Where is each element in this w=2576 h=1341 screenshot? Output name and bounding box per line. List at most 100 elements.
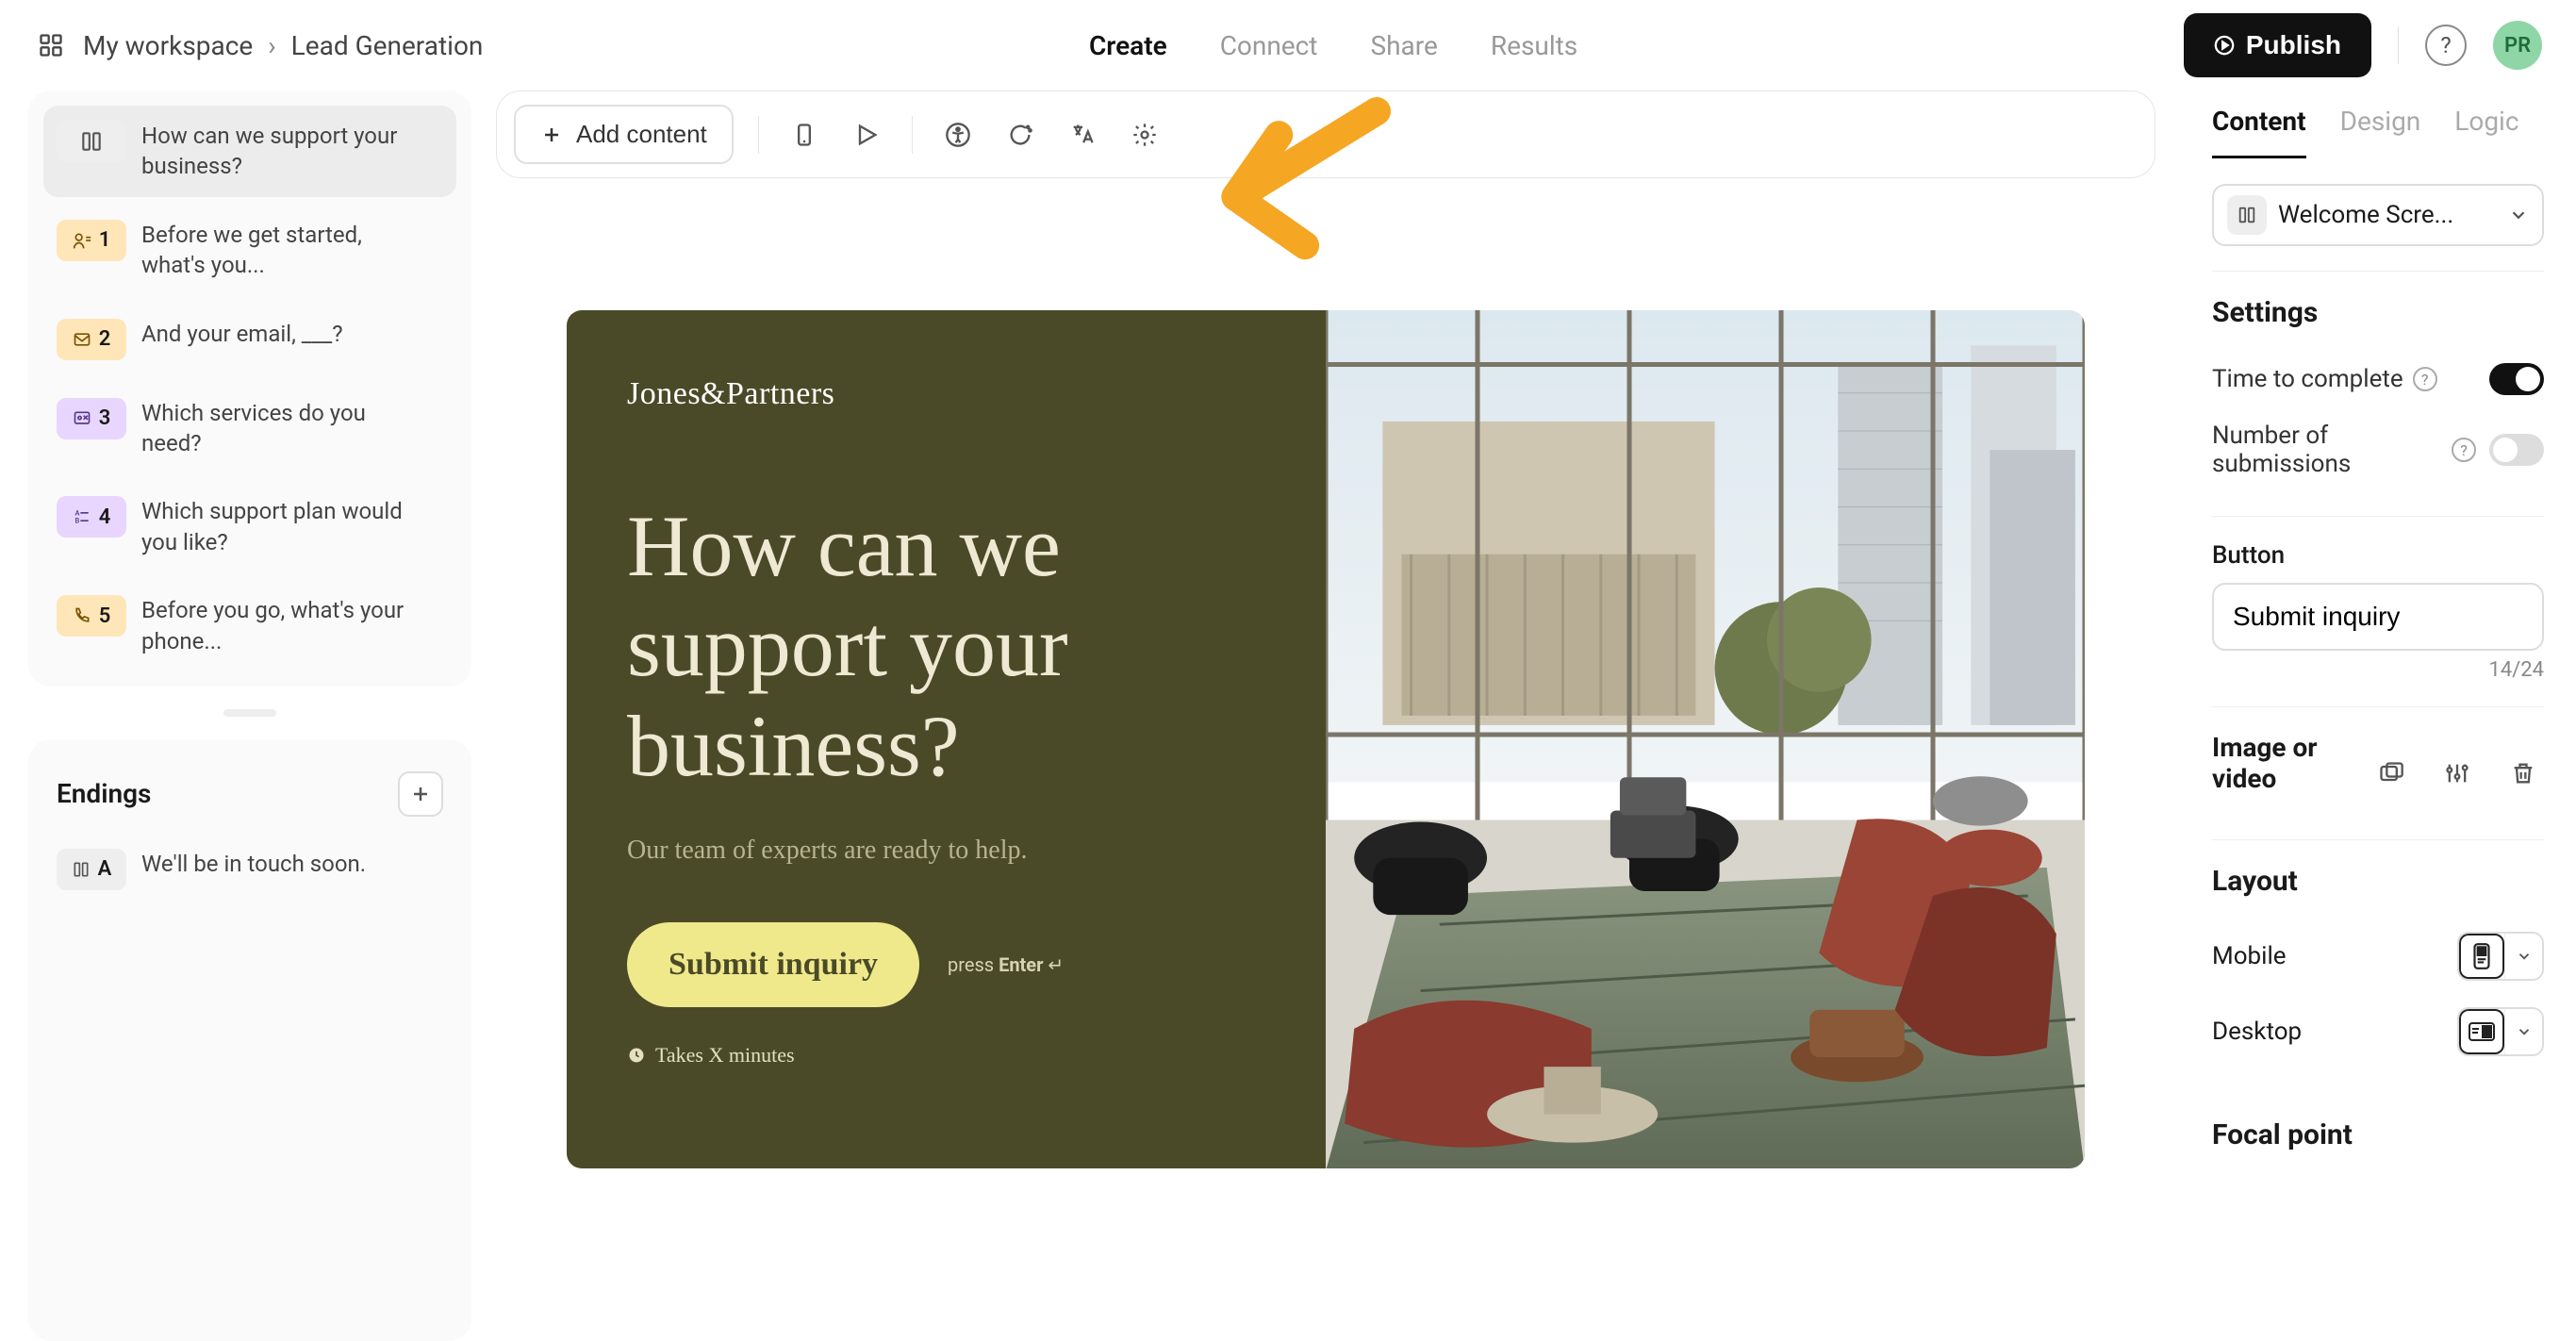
chevron-down-icon [2504,1009,2542,1054]
layout-desktop-select[interactable] [2457,1007,2544,1056]
avatar[interactable]: PR [2493,21,2542,70]
preview-left: Jones&Partners How can we support your b… [567,310,1326,1168]
chevron-down-icon [2504,934,2542,979]
layout-mobile-select[interactable] [2457,932,2544,981]
question-badge: 3 [57,398,126,439]
question-label: Before we get started, what's you... [141,220,405,281]
media-heading: Image or video [2212,732,2370,794]
subtitle[interactable]: Our team of experts are ready to help. [627,836,1265,866]
tab-logic[interactable]: Logic [2454,91,2518,158]
help-button[interactable]: ? [2425,25,2467,66]
breadcrumb: My workspace › Lead Generation [34,28,483,62]
question-badge: AB 4 [57,496,126,538]
press-enter-hint: press Enter ↵ [948,953,1064,976]
settings-icon[interactable] [1124,114,1165,156]
center-canvas: Add content [471,91,2180,1341]
translate-icon[interactable] [1062,114,1103,156]
question-label: And your email, ___? [141,319,343,349]
time-to-complete-label: Time to complete [2212,365,2403,393]
badge-num: 1 [99,228,111,252]
badge-num: 5 [99,604,111,628]
help-icon[interactable]: ? [2413,367,2437,391]
question-1[interactable]: 1 Before we get started, what's you... [43,205,456,296]
submit-inquiry-button[interactable]: Submit inquiry [627,922,919,1007]
nav-share[interactable]: Share [1370,30,1437,61]
button-text-input[interactable] [2212,583,2544,651]
form-preview-card: Jones&Partners How can we support your b… [567,310,2085,1168]
badge-num: 2 [99,327,111,351]
nav-connect[interactable]: Connect [1220,30,1318,61]
question-welcome[interactable]: How can we support your business? [43,106,456,197]
help-icon[interactable]: ? [2452,438,2476,462]
play-preview-icon[interactable] [846,114,887,156]
badge-num: 4 [99,505,111,529]
settings-heading: Settings [2212,296,2544,329]
badge-letter: A [98,857,112,881]
chevron-down-icon [2508,205,2529,225]
layout-heading: Layout [2212,865,2544,898]
canvas-toolbar: Add content [496,91,2155,178]
question-badge: 2 [57,319,126,360]
image-library-icon[interactable] [2370,753,2412,794]
endings-panel: Endings A We'll be in touch soon. [28,739,471,1341]
add-content-button[interactable]: Add content [514,105,734,164]
question-label: Which services do you need? [141,398,405,459]
screen-type-select[interactable]: Welcome Scre... [2212,184,2544,246]
time-hint: Takes X minutes [627,1043,1265,1068]
left-sidebar: How can we support your business? 1 Befo… [0,91,471,1341]
breadcrumb-page[interactable]: Lead Generation [291,30,484,61]
divider [912,116,913,154]
submissions-toggle[interactable] [2489,434,2544,466]
topbar: My workspace › Lead Generation Create Co… [0,0,2576,91]
add-content-label: Add content [576,120,707,149]
tab-content[interactable]: Content [2212,91,2306,158]
question-badge: 5 [57,595,126,637]
ending-badge: A [57,849,126,890]
drag-handle[interactable] [223,709,276,717]
svg-text:B: B [74,517,79,525]
nav-create[interactable]: Create [1089,30,1167,61]
badge-num: 3 [99,406,111,430]
mobile-preview-icon[interactable] [784,114,825,156]
layout-desktop-icon [2459,1009,2504,1054]
right-sidebar: Content Design Logic Welcome Scre... Set… [2180,91,2576,1341]
preview-image[interactable] [1326,310,2085,1168]
breadcrumb-separator: › [268,30,275,61]
tab-design[interactable]: Design [2340,91,2421,158]
divider [758,116,759,154]
questions-panel: How can we support your business? 1 Befo… [28,91,471,687]
accessibility-icon[interactable] [937,114,979,156]
welcome-screen-icon [57,121,126,162]
hero-title[interactable]: How can we support your business? [627,497,1265,796]
publish-button[interactable]: Publish [2184,13,2371,77]
refresh-icon[interactable] [999,114,1041,156]
delete-icon[interactable] [2502,753,2544,794]
screen-select-label: Welcome Scre... [2278,201,2453,229]
center-nav: Create Connect Share Results [1089,30,1577,61]
time-to-complete-toggle[interactable] [2489,363,2544,395]
layout-mobile-icon [2459,934,2504,979]
nav-results[interactable]: Results [1491,30,1577,61]
brand-text: Jones&Partners [627,376,1265,412]
submissions-label: Number of submissions [2212,422,2438,478]
question-3[interactable]: 3 Which services do you need? [43,383,456,474]
publish-label: Publish [2246,30,2341,60]
ending-a[interactable]: A We'll be in touch soon. [43,834,456,905]
grid-icon[interactable] [34,28,68,62]
adjust-icon[interactable] [2436,753,2478,794]
question-2[interactable]: 2 And your email, ___? [43,304,456,375]
question-label: How can we support your business? [141,121,405,182]
ending-label: We'll be in touch soon. [141,849,366,879]
endings-heading: Endings [57,778,151,809]
question-4[interactable]: AB 4 Which support plan would you like? [43,481,456,572]
char-counter: 14/24 [2212,658,2544,682]
welcome-screen-icon [2227,195,2267,235]
breadcrumb-workspace[interactable]: My workspace [83,30,253,61]
topbar-right: Publish ? PR [2184,13,2542,77]
question-badge: 1 [57,220,126,261]
focal-heading: Focal point [2212,1118,2544,1151]
add-ending-button[interactable] [398,771,443,817]
layout-mobile-label: Mobile [2212,942,2287,970]
question-5[interactable]: 5 Before you go, what's your phone... [43,580,456,671]
divider [2398,26,2399,64]
